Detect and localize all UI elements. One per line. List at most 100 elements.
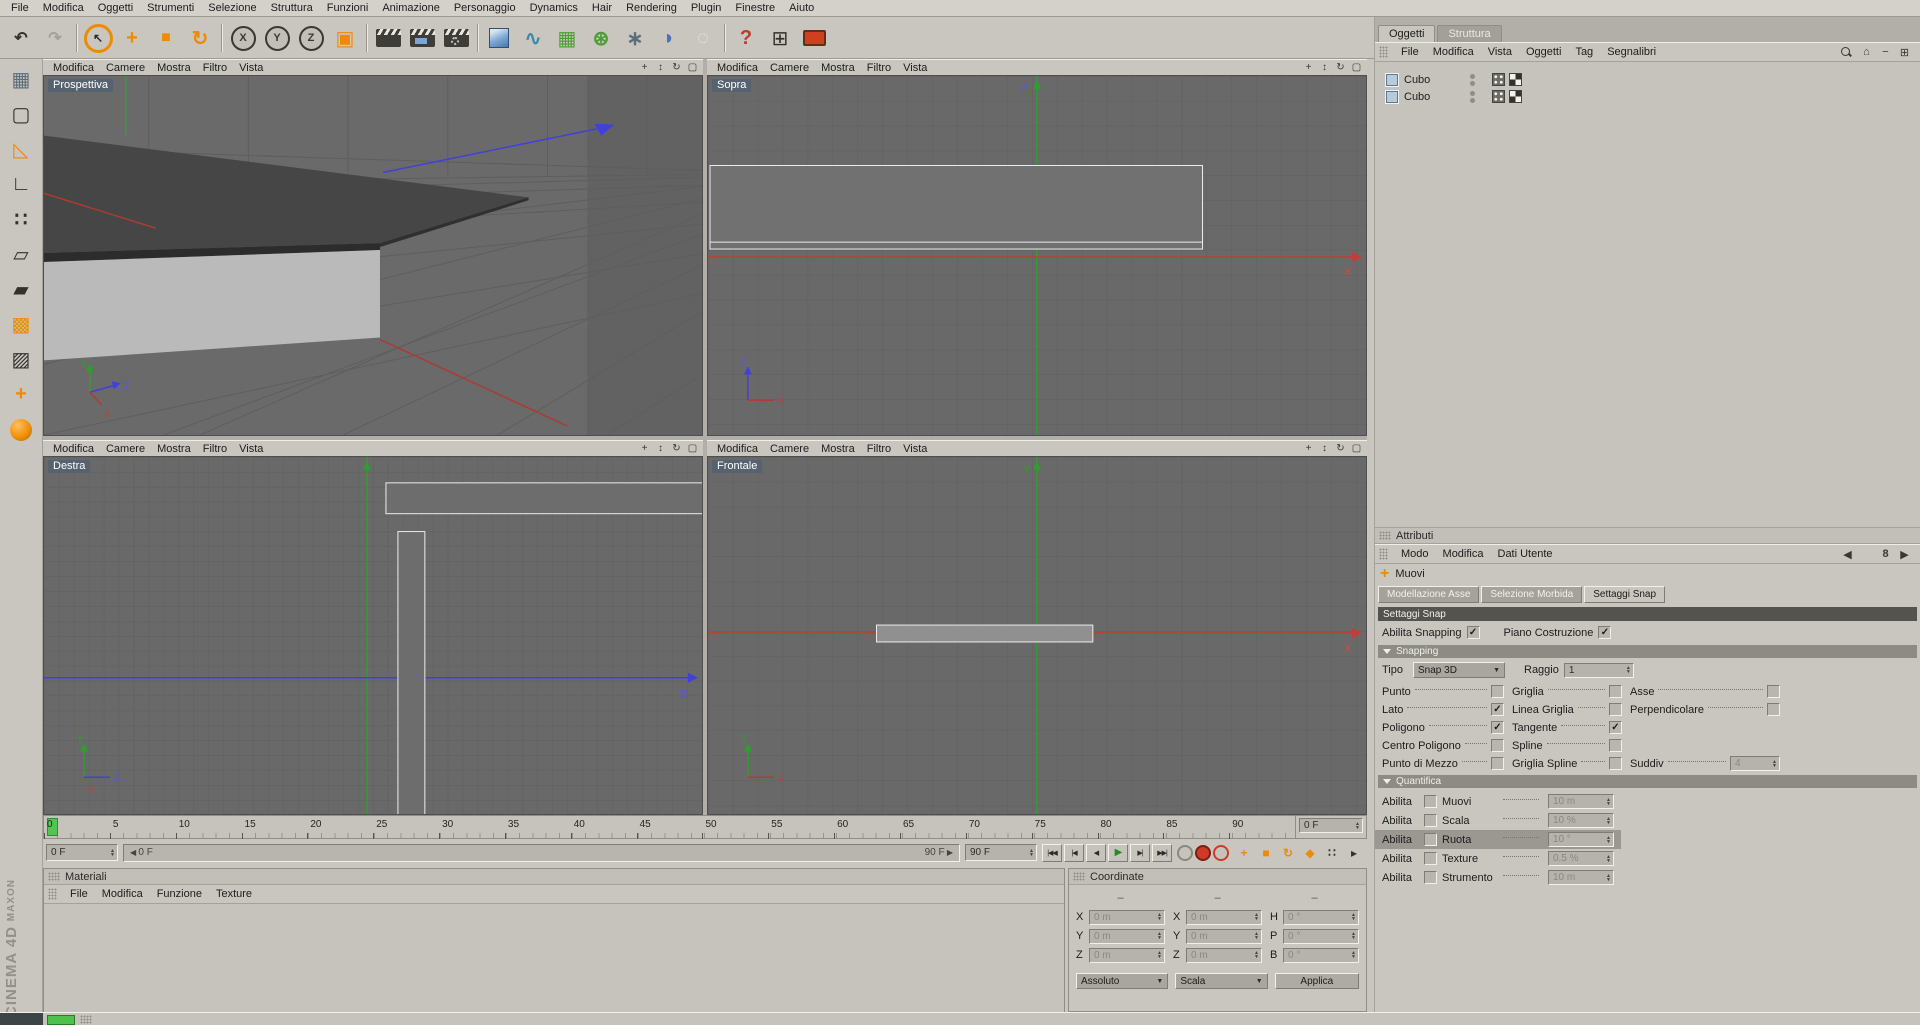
render-picture-viewer-icon[interactable] bbox=[405, 21, 439, 55]
zoom-view-icon[interactable]: ↕ bbox=[1318, 62, 1331, 73]
content-browser-icon[interactable]: ⊞ bbox=[763, 21, 797, 55]
rotate-view-icon[interactable]: ↻ bbox=[1334, 62, 1347, 73]
menu-item[interactable]: Strumenti bbox=[140, 1, 201, 15]
object-name[interactable]: Cubo bbox=[1404, 91, 1456, 103]
viewport-menu-item[interactable]: Mostra bbox=[815, 62, 861, 74]
snap-option[interactable]: Centro Poligono bbox=[1382, 738, 1504, 753]
menu-item[interactable]: Plugin bbox=[684, 1, 729, 15]
quantify-row[interactable]: Abilita Texture 0.5 % bbox=[1375, 849, 1621, 868]
undo-icon[interactable]: ↶ bbox=[4, 21, 38, 55]
radius-field[interactable]: 1 bbox=[1563, 662, 1634, 678]
record-rotation-icon[interactable]: ↻ bbox=[1278, 844, 1298, 862]
record-keyframe-button[interactable] bbox=[1195, 844, 1211, 861]
play-button[interactable]: ▶ bbox=[1108, 843, 1128, 862]
position-mode-dropdown[interactable]: Assoluto bbox=[1076, 973, 1169, 989]
coordinate-field[interactable]: 0 m bbox=[1186, 947, 1262, 963]
attributes-menu-item[interactable]: Modifica bbox=[1436, 547, 1491, 561]
lock-x-icon[interactable]: X bbox=[226, 21, 260, 55]
coord-system-icon[interactable]: ▣ bbox=[328, 21, 362, 55]
next-frame-button[interactable]: ▶| bbox=[1130, 843, 1150, 862]
quantify-value-field[interactable]: 10 m bbox=[1548, 870, 1614, 885]
viewport-right[interactable]: Modifica Camere Mostra Filtro Vista + ↕ ↻ ▢ bbox=[43, 440, 703, 815]
rotate-view-icon[interactable]: ↻ bbox=[670, 443, 683, 454]
coordinates-title-bar[interactable]: Coordinate bbox=[1069, 869, 1366, 885]
record-scale-icon[interactable]: ■ bbox=[1256, 844, 1276, 862]
stepper-icon[interactable] bbox=[1606, 798, 1611, 806]
history-forward-icon[interactable]: ▶ bbox=[1897, 547, 1912, 561]
pan-view-icon[interactable]: + bbox=[638, 62, 651, 73]
quantify-enable-checkbox[interactable] bbox=[1424, 833, 1437, 846]
playback-options-icon[interactable]: ▸ bbox=[1344, 844, 1364, 862]
quantify-row[interactable]: Abilita Scala 10 % bbox=[1375, 811, 1621, 830]
apply-button[interactable]: Applica bbox=[1274, 973, 1359, 989]
materials-menu-item[interactable]: File bbox=[63, 887, 95, 901]
stepper-icon[interactable] bbox=[1351, 932, 1356, 940]
coordinate-field[interactable]: 0 m bbox=[1089, 909, 1165, 925]
maximize-view-icon[interactable]: ▢ bbox=[1350, 443, 1363, 454]
viewport-menu-item[interactable]: Modifica bbox=[711, 443, 764, 455]
snap-option[interactable]: Punto di Mezzo bbox=[1382, 756, 1504, 771]
snap-option[interactable]: Poligono bbox=[1382, 720, 1504, 735]
snap-option[interactable]: Suddiv 4 bbox=[1630, 756, 1780, 771]
maximize-view-icon[interactable]: ▢ bbox=[686, 443, 699, 454]
viewport-menu-item[interactable]: Mostra bbox=[151, 62, 197, 74]
snap-checkbox[interactable] bbox=[1609, 721, 1622, 734]
snap-option[interactable]: Griglia bbox=[1512, 684, 1622, 699]
menu-item[interactable]: Oggetti bbox=[91, 1, 140, 15]
stepper-icon[interactable] bbox=[1606, 855, 1611, 863]
materials-menu-item[interactable]: Funzione bbox=[150, 887, 209, 901]
snap-type-dropdown[interactable]: Snap 3D bbox=[1413, 662, 1505, 678]
edges-mode-icon[interactable]: ▱ bbox=[4, 239, 38, 270]
snapping-group-header[interactable]: Snapping bbox=[1378, 645, 1917, 658]
size-mode-dropdown[interactable]: Scala bbox=[1175, 973, 1268, 989]
visibility-dots-icon[interactable] bbox=[1464, 73, 1480, 86]
menu-item[interactable]: Modifica bbox=[36, 1, 91, 15]
home-icon[interactable]: ⌂ bbox=[1859, 45, 1874, 59]
display-mode-icon[interactable] bbox=[797, 21, 831, 55]
stepper-icon[interactable] bbox=[1029, 849, 1034, 857]
quantify-value-field[interactable]: 10 m bbox=[1548, 794, 1614, 809]
menu-item[interactable]: File bbox=[4, 1, 36, 15]
menu-item[interactable]: Animazione bbox=[375, 1, 446, 15]
menu-item[interactable]: Aiuto bbox=[782, 1, 821, 15]
live-selection-icon[interactable]: ↖ bbox=[81, 21, 115, 55]
construction-plane-checkbox[interactable] bbox=[1598, 626, 1612, 639]
object-manager-menu-item[interactable]: File bbox=[1394, 45, 1426, 59]
texture-axis-icon[interactable]: ◺ bbox=[4, 134, 38, 165]
viewport-menu-item[interactable]: Filtro bbox=[197, 443, 233, 455]
coordinate-field[interactable]: 0 m bbox=[1089, 928, 1165, 944]
viewport-menu-item[interactable]: Modifica bbox=[711, 62, 764, 74]
drag-handle-icon[interactable] bbox=[48, 872, 60, 881]
menu-item[interactable]: Rendering bbox=[619, 1, 684, 15]
menu-item[interactable]: Selezione bbox=[201, 1, 263, 15]
timeline-ruler[interactable]: 0 5 10 15 20 25 30 35 40 45 50 55 60 65 70 75 80 85 90 bbox=[44, 816, 1296, 841]
snap-checkbox[interactable] bbox=[1609, 703, 1622, 716]
rotate-view-icon[interactable]: ↻ bbox=[670, 62, 683, 73]
range-start-label[interactable]: 0 F bbox=[130, 847, 152, 858]
move-icon[interactable]: + bbox=[115, 21, 149, 55]
model-mode-icon[interactable]: ▢ bbox=[4, 99, 38, 130]
workplane-icon[interactable]: ∟ bbox=[4, 169, 38, 200]
visibility-dots-icon[interactable] bbox=[1464, 90, 1480, 103]
viewport-menu-item[interactable]: Camere bbox=[100, 62, 151, 74]
pan-view-icon[interactable]: + bbox=[638, 443, 651, 454]
materials-title-bar[interactable]: Materiali bbox=[44, 869, 1064, 885]
display-tag-icon[interactable] bbox=[1492, 73, 1505, 86]
snap-option[interactable]: Asse bbox=[1630, 684, 1780, 699]
stepper-icon[interactable] bbox=[1157, 951, 1162, 959]
drag-handle-icon[interactable] bbox=[1073, 872, 1085, 881]
pan-view-icon[interactable]: + bbox=[1302, 443, 1315, 454]
stepper-icon[interactable] bbox=[1606, 836, 1611, 844]
object-axis-icon[interactable]: + bbox=[4, 379, 38, 410]
add-cube-icon[interactable] bbox=[482, 21, 516, 55]
render-view-icon[interactable] bbox=[371, 21, 405, 55]
drag-handle-icon[interactable] bbox=[1379, 46, 1388, 58]
object-manager-menu-item[interactable]: Segnalibri bbox=[1600, 45, 1663, 59]
coordinate-field[interactable]: 0 ° bbox=[1283, 947, 1359, 963]
snap-checkbox[interactable] bbox=[1609, 685, 1622, 698]
menu-item[interactable]: Finestre bbox=[728, 1, 782, 15]
coordinate-field[interactable]: 0 m bbox=[1089, 947, 1165, 963]
search-icon[interactable] bbox=[1840, 46, 1855, 59]
object-tree[interactable]: Cubo Cubo bbox=[1375, 62, 1920, 528]
snap-option[interactable]: Griglia Spline bbox=[1512, 756, 1622, 771]
